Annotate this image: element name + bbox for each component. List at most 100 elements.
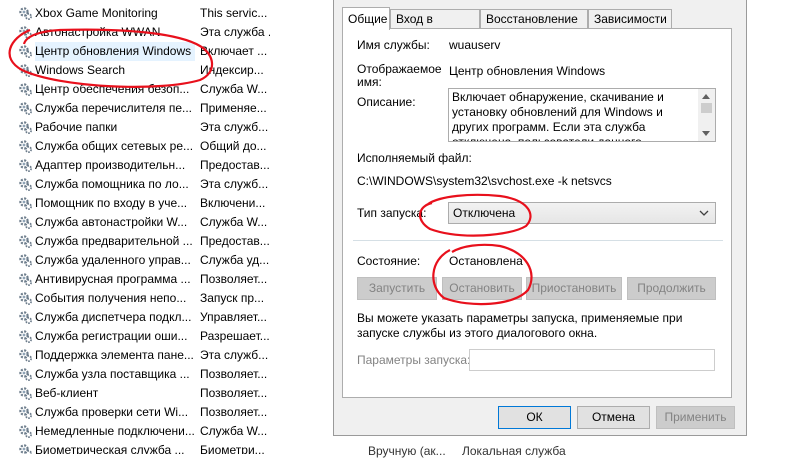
description-text: Включает обнаружение, скачивание и устан… xyxy=(452,90,664,142)
gear-icon xyxy=(18,367,33,382)
gear-icon xyxy=(18,310,33,325)
gear-icon xyxy=(18,215,33,230)
service-name: Поддержка элемента пане... xyxy=(35,348,194,362)
service-row[interactable]: Служба узла поставщика ... Позволяет... xyxy=(0,365,340,384)
service-name-value: wuauserv xyxy=(449,38,501,52)
service-description: Предостав... xyxy=(200,158,270,172)
service-description: Включени... xyxy=(200,196,266,210)
start-button[interactable]: Запустить xyxy=(357,277,437,300)
service-row[interactable]: Автонастройка WWAN Эта служба ... xyxy=(0,23,340,42)
service-description: Включает ... xyxy=(200,44,268,58)
service-name: Служба диспетчера подкл... xyxy=(35,310,192,324)
tab-recovery[interactable]: Восстановление xyxy=(480,9,588,29)
service-name: Служба помощника по ло... xyxy=(35,177,189,191)
scroll-down-icon[interactable] xyxy=(702,131,710,136)
scroll-thumb[interactable] xyxy=(701,103,712,113)
service-row[interactable]: Служба общих сетевых ре... Общий до... xyxy=(0,137,340,156)
start-params-label: Параметры запуска: xyxy=(357,353,471,367)
service-row[interactable]: Помощник по входу в уче... Включени... xyxy=(0,194,340,213)
service-name: Рабочие папки xyxy=(35,120,118,134)
service-description: Служба W... xyxy=(200,215,268,229)
service-description: Биометри... xyxy=(200,443,265,454)
service-name: Биометрическая служба ... xyxy=(35,443,185,454)
gear-icon xyxy=(18,424,33,439)
resume-button[interactable]: Продолжить xyxy=(627,277,716,300)
ok-button[interactable]: ОК xyxy=(498,406,571,429)
service-row[interactable]: Служба предварительной ... Предостав... xyxy=(0,232,340,251)
exe-label: Исполняемый файл: xyxy=(357,151,472,165)
service-row[interactable]: Служба автонастройки W... Служба W... xyxy=(0,213,340,232)
service-name: События получения непо... xyxy=(35,291,187,305)
service-name: Помощник по входу в уче... xyxy=(35,196,188,210)
startup-type-cell: Вручную (ак... xyxy=(368,444,446,458)
service-row[interactable]: Служба регистрации оши... Разрешает... xyxy=(0,327,340,346)
apply-button[interactable]: Применить xyxy=(656,406,735,429)
gear-icon xyxy=(18,25,33,40)
gear-icon xyxy=(18,158,33,173)
service-row[interactable]: Windows Search Индексир... xyxy=(0,61,340,80)
service-row[interactable]: Служба проверки сети Wi... Позволяет... xyxy=(0,403,340,422)
service-row[interactable]: Служба диспетчера подкл... Управляет... xyxy=(0,308,340,327)
service-row[interactable]: Служба перечислителя пе... Применяе... xyxy=(0,99,340,118)
service-description: Управляет... xyxy=(200,310,267,324)
description-textbox[interactable]: Включает обнаружение, скачивание и устан… xyxy=(448,88,716,142)
startup-type-label: Тип запуска: xyxy=(357,206,427,220)
service-row[interactable]: Рабочие папки Эта служб... xyxy=(0,118,340,137)
service-name: Служба узла поставщика ... xyxy=(35,367,190,381)
service-row[interactable]: Xbox Game Monitoring This servic... xyxy=(0,4,340,23)
service-name: Центр обновления Windows xyxy=(35,42,195,61)
service-name: Служба предварительной ... xyxy=(35,234,193,248)
startup-type-select[interactable]: Отключена xyxy=(448,202,716,224)
description-scrollbar[interactable] xyxy=(698,89,715,141)
gear-icon xyxy=(18,291,33,306)
service-name: Веб-клиент xyxy=(35,386,99,400)
display-name-value: Центр обновления Windows xyxy=(449,64,606,78)
gear-icon xyxy=(18,253,33,268)
chevron-down-icon xyxy=(699,210,709,216)
pause-button[interactable]: Приостановить xyxy=(526,277,622,300)
tab-dependencies[interactable]: Зависимости xyxy=(588,9,672,29)
status-value: Остановлена xyxy=(449,254,523,268)
display-name-label: Отображаемое xyxy=(357,62,442,76)
service-row[interactable]: События получения непо... Запуск пр... xyxy=(0,289,340,308)
service-name: Центр обеспечения безоп... xyxy=(35,82,190,96)
service-description: Общий до... xyxy=(200,139,267,153)
service-description: This servic... xyxy=(200,6,268,20)
status-label: Состояние: xyxy=(357,254,421,268)
service-description: Применяе... xyxy=(200,101,267,115)
service-row[interactable]: Поддержка элемента пане... Эта служб... xyxy=(0,346,340,365)
service-name: Windows Search xyxy=(35,63,126,77)
service-row[interactable]: Немедленные подключени... Служба W... xyxy=(0,422,340,441)
general-tab-panel: Имя службы: wuauserv Отображаемое имя: Ц… xyxy=(342,28,732,398)
service-name-label: Имя службы: xyxy=(357,38,430,52)
tab-general[interactable]: Общие xyxy=(342,7,390,30)
service-row[interactable]: Антивирусная программа ... Позволяет... xyxy=(0,270,340,289)
exe-path-value: C:\WINDOWS\system32\svchost.exe -k netsv… xyxy=(357,174,612,188)
cancel-button[interactable]: Отмена xyxy=(577,406,650,429)
service-name: Служба регистрации оши... xyxy=(35,329,188,343)
service-description: Позволяет... xyxy=(200,272,268,286)
service-row[interactable]: Служба помощника по ло... Эта служб... xyxy=(0,175,340,194)
service-row[interactable]: Веб-клиент Позволяет... xyxy=(0,384,340,403)
start-params-hint: Вы можете указать параметры запуска, при… xyxy=(357,311,683,340)
service-row[interactable]: Адаптер производительн... Предостав... xyxy=(0,156,340,175)
start-params-input[interactable] xyxy=(469,349,715,371)
service-description: Служба уд... xyxy=(200,253,270,267)
tab-logon[interactable]: Вход в систему xyxy=(390,9,480,44)
service-row[interactable]: Центр обеспечения безоп... Служба W... xyxy=(0,80,340,99)
service-description: Предостав... xyxy=(200,234,270,248)
gear-icon xyxy=(18,443,33,454)
service-description: Служба W... xyxy=(200,424,268,438)
gear-icon xyxy=(18,386,33,401)
gear-icon xyxy=(18,272,33,287)
service-row[interactable]: Центр обновления Windows Включает ... xyxy=(0,42,340,61)
service-properties-dialog: Общие Вход в систему Восстановление Зави… xyxy=(333,0,747,436)
service-name: Служба удаленного управ... xyxy=(35,253,191,267)
scroll-up-icon[interactable] xyxy=(702,94,710,99)
divider xyxy=(353,240,723,241)
service-row[interactable]: Служба удаленного управ... Служба уд... xyxy=(0,251,340,270)
service-row[interactable]: Биометрическая служба ... Биометри... xyxy=(0,441,340,454)
service-description: Эта служб... xyxy=(200,177,269,191)
service-description: Эта служб... xyxy=(200,348,269,362)
stop-button[interactable]: Остановить xyxy=(442,277,522,300)
